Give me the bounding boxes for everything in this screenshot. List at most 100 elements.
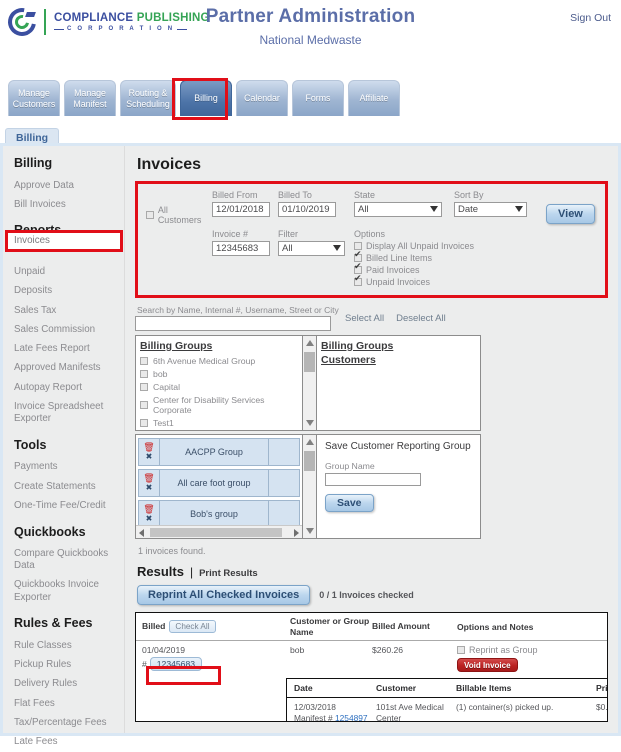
sidebar-item-late-fees-report[interactable]: Late Fees Report xyxy=(14,340,124,359)
billed-to-input[interactable] xyxy=(278,202,336,217)
tab-routing-scheduling[interactable]: Routing & Scheduling xyxy=(120,80,176,116)
option-unpaid-invoices[interactable]: Unpaid Invoices xyxy=(354,274,597,287)
manifest-number-link[interactable]: 1254897 xyxy=(335,713,368,722)
billed-from-input[interactable] xyxy=(212,202,270,217)
scroll-down-icon[interactable] xyxy=(306,420,314,426)
reporting-groups-list[interactable]: 🗑 ✖ AACPP Group 🗑 ✖ All care foot group xyxy=(135,434,303,539)
select-all-link[interactable]: Select All xyxy=(345,313,384,324)
save-reporting-group-panel: Save Customer Reporting Group Group Name… xyxy=(317,434,481,539)
list-item-checkbox[interactable] xyxy=(140,400,148,409)
sidebar-item-sales-commission[interactable]: Sales Commission xyxy=(14,320,124,339)
sidebar-item-bill-invoices[interactable]: Bill Invoices xyxy=(14,195,124,214)
wrench-icon[interactable]: ✖ xyxy=(146,453,153,461)
sidebar-item-invoice-spreadsheet-exporter[interactable]: Invoice Spreadsheet Exporter xyxy=(14,397,124,428)
sidebar-item-pickup-rules[interactable]: Pickup Rules xyxy=(14,656,124,675)
reprint-all-checked-invoices-button[interactable]: Reprint All Checked Invoices xyxy=(137,585,311,605)
invoice-number-button[interactable]: 12345683 xyxy=(149,657,203,671)
filter-select-value: All xyxy=(282,243,293,254)
list-item[interactable]: Capital xyxy=(140,380,298,393)
page-header: COMPLIANCE PUBLISHING C O R P O R A T I … xyxy=(0,0,621,62)
sidebar-item-delivery-rules[interactable]: Delivery Rules xyxy=(14,675,124,694)
sidebar-item-sales-tax[interactable]: Sales Tax xyxy=(14,301,124,320)
selected-list[interactable]: Billing Groups Customers xyxy=(317,335,481,431)
scrollbar-thumb[interactable] xyxy=(304,352,315,372)
unpaid-invoices-checkbox[interactable] xyxy=(354,274,362,286)
tab-manage-customers[interactable]: Manage Customers xyxy=(8,80,60,116)
tab-forms[interactable]: Forms xyxy=(292,80,344,116)
tab-calendar[interactable]: Calendar xyxy=(236,80,288,116)
list-item-checkbox[interactable] xyxy=(140,418,148,427)
sidebar-item-invoices[interactable]: Invoices xyxy=(14,235,50,246)
list-item-checkbox[interactable] xyxy=(140,356,148,365)
sidebar-item-rule-classes[interactable]: Rule Classes xyxy=(14,636,124,655)
delete-icon[interactable]: 🗑 xyxy=(143,474,154,483)
chevron-down-icon xyxy=(515,206,523,212)
sidebar-item-unpaid[interactable]: Unpaid xyxy=(14,263,124,282)
option-paid-invoices[interactable]: Paid Invoices xyxy=(354,262,597,275)
available-list[interactable]: Billing Groups 6th Avenue Medical Group … xyxy=(135,335,303,431)
void-invoice-button[interactable]: Void Invoice xyxy=(457,658,518,672)
scrollbar-thumb[interactable] xyxy=(304,451,315,471)
tab-affiliate[interactable]: Affiliate xyxy=(348,80,400,116)
invoice-number-input[interactable] xyxy=(212,241,270,256)
list-item[interactable]: bob xyxy=(140,367,298,380)
list-item[interactable]: Center for Disability Services Corporate xyxy=(140,393,298,416)
state-select[interactable]: All xyxy=(354,202,442,217)
delete-icon[interactable]: 🗑 xyxy=(143,443,154,452)
scroll-down-icon[interactable] xyxy=(306,528,314,534)
page-title: Partner Administration xyxy=(205,6,416,27)
reporting-group-row[interactable]: 🗑 ✖ Bob's group xyxy=(138,500,300,528)
selected-customers-heading: Customers xyxy=(321,354,376,366)
sidebar-item-one-time-fee-credit[interactable]: One-Time Fee/Credit xyxy=(14,496,124,515)
tab-manage-manifest[interactable]: Manage Manifest xyxy=(64,80,116,116)
reporting-groups-horizontal-scrollbar[interactable] xyxy=(136,525,302,538)
group-name-input[interactable] xyxy=(325,473,421,486)
scrollbar-thumb[interactable] xyxy=(150,528,282,537)
list-item-label: Capital xyxy=(153,381,181,392)
list-item[interactable]: 6th Avenue Medical Group xyxy=(140,354,298,367)
sidebar-item-deposits[interactable]: Deposits xyxy=(14,282,124,301)
list-item-checkbox[interactable] xyxy=(140,382,148,391)
list-item[interactable]: Test1 xyxy=(140,416,298,429)
reporting-group-row[interactable]: 🗑 ✖ All care foot group xyxy=(138,469,300,497)
sidebar-item-payments[interactable]: Payments xyxy=(14,458,124,477)
option-display-all-unpaid[interactable]: Display All Unpaid Invoices xyxy=(354,241,597,251)
all-customers-checkbox-row[interactable]: All Customers xyxy=(146,205,212,225)
check-all-button[interactable]: Check All xyxy=(169,620,216,633)
available-list-scrollbar[interactable] xyxy=(303,335,317,431)
list-item-checkbox[interactable] xyxy=(140,369,148,378)
reporting-group-row[interactable]: 🗑 ✖ AACPP Group xyxy=(138,438,300,466)
sidebar-item-compare-quickbooks-data[interactable]: Compare Quickbooks Data xyxy=(14,545,124,576)
deselect-all-link[interactable]: Deselect All xyxy=(396,313,446,324)
wrench-icon[interactable]: ✖ xyxy=(146,515,153,523)
sidebar-item-autopay-report[interactable]: Autopay Report xyxy=(14,378,124,397)
scroll-right-icon[interactable] xyxy=(294,529,299,537)
results-separator: | xyxy=(189,565,194,579)
reprint-as-group-checkbox[interactable] xyxy=(457,646,465,654)
print-results-link[interactable]: Print Results xyxy=(199,568,258,579)
sidebar-item-approve-data[interactable]: Approve Data xyxy=(14,176,124,195)
reporting-groups-scrollbar[interactable] xyxy=(303,434,317,539)
sidebar-item-tax-percentage-fees[interactable]: Tax/Percentage Fees xyxy=(14,713,124,732)
option-billed-line-items[interactable]: Billed Line Items xyxy=(354,250,597,263)
customer-search-input[interactable] xyxy=(135,316,331,331)
reprint-as-group-row[interactable]: Reprint as Group xyxy=(457,645,607,655)
sidebar-item-quickbooks-invoice-exporter[interactable]: Quickbooks Invoice Exporter xyxy=(14,576,124,607)
view-button[interactable]: View xyxy=(546,204,595,224)
wrench-icon[interactable]: ✖ xyxy=(146,484,153,492)
sidebar-item-approved-manifests[interactable]: Approved Manifests xyxy=(14,359,124,378)
save-group-button[interactable]: Save xyxy=(325,494,374,512)
invoice-number-label: Invoice # xyxy=(212,229,249,239)
tab-billing[interactable]: Billing xyxy=(180,80,232,116)
delete-icon[interactable]: 🗑 xyxy=(143,505,154,514)
row-customer: bob xyxy=(290,645,305,655)
all-customers-checkbox[interactable] xyxy=(146,211,154,219)
scroll-left-icon[interactable] xyxy=(139,529,144,537)
scroll-up-icon[interactable] xyxy=(306,340,314,346)
sort-by-select[interactable]: Date xyxy=(454,202,527,217)
scroll-up-icon[interactable] xyxy=(306,439,314,445)
filter-select[interactable]: All xyxy=(278,241,345,256)
sign-out-link[interactable]: Sign Out xyxy=(570,12,611,24)
sidebar-item-create-statements[interactable]: Create Statements xyxy=(14,477,124,496)
sidebar-item-flat-fees[interactable]: Flat Fees xyxy=(14,694,124,713)
